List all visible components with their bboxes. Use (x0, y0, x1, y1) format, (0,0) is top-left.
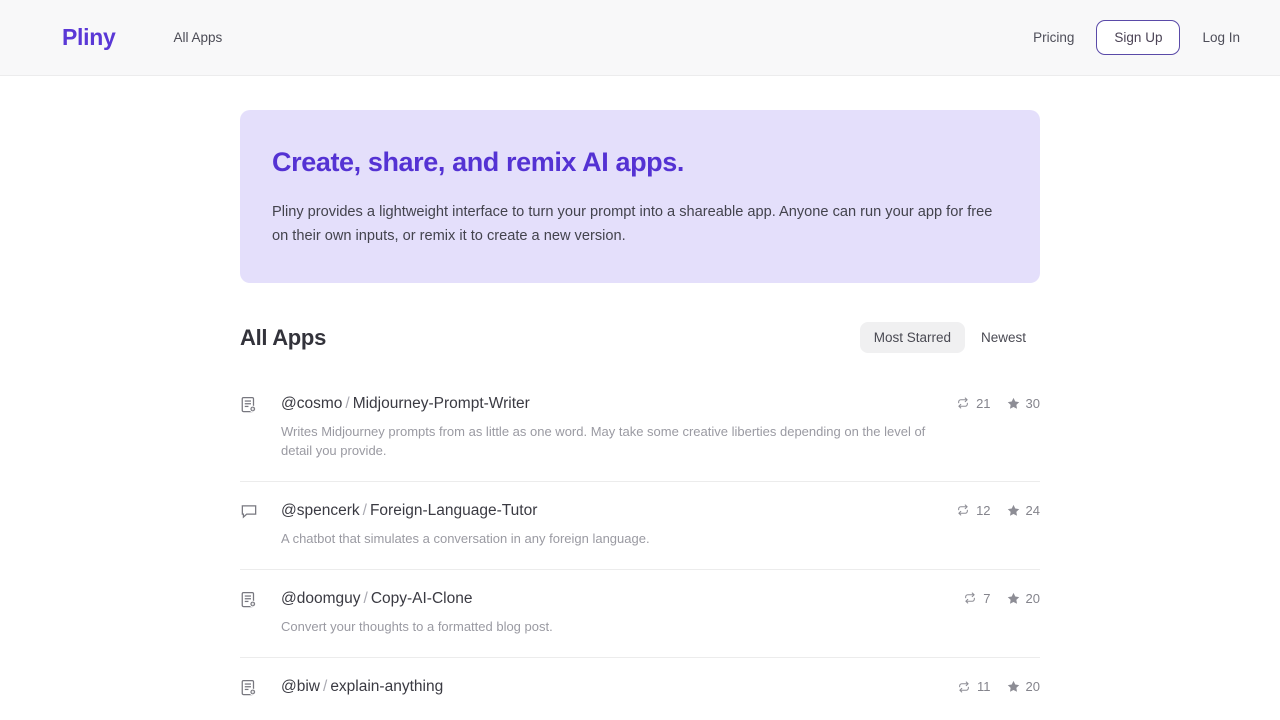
sign-up-button[interactable]: Sign Up (1096, 20, 1180, 56)
hero-description: Pliny provides a lightweight interface t… (272, 200, 1008, 248)
app-stats: 11 20 (957, 677, 1040, 694)
app-title: @doomguy/Copy-AI-Clone (281, 589, 941, 608)
page-content: Create, share, and remix AI apps. Pliny … (240, 76, 1040, 717)
list-item[interactable]: @biw/explain-anything 11 (240, 658, 1040, 717)
remix-count-value: 21 (976, 396, 990, 411)
app-stats: 7 20 (963, 589, 1040, 606)
star-count: 30 (1007, 396, 1040, 411)
app-info: @biw/explain-anything (281, 677, 935, 696)
app-name[interactable]: Copy-AI-Clone (371, 590, 473, 607)
star-count: 20 (1007, 679, 1040, 694)
app-title: @biw/explain-anything (281, 677, 935, 696)
remix-count: 7 (963, 591, 990, 606)
star-count-value: 20 (1026, 591, 1040, 606)
list-item[interactable]: @cosmo/Midjourney-Prompt-Writer Writes M… (240, 375, 1040, 482)
document-form-icon (240, 396, 258, 414)
app-name[interactable]: Midjourney-Prompt-Writer (353, 395, 530, 412)
app-stats: 12 24 (956, 501, 1040, 518)
sort-newest[interactable]: Newest (967, 322, 1040, 354)
nav-log-in[interactable]: Log In (1202, 30, 1240, 45)
document-form-icon (240, 591, 258, 609)
nav-all-apps[interactable]: All Apps (173, 30, 222, 45)
app-owner[interactable]: @doomguy (281, 590, 361, 607)
remix-count: 12 (956, 503, 990, 518)
star-count-value: 30 (1026, 396, 1040, 411)
list-item[interactable]: @spencerk/Foreign-Language-Tutor A chatb… (240, 482, 1040, 570)
document-form-icon (240, 679, 258, 697)
app-title: @cosmo/Midjourney-Prompt-Writer (281, 394, 934, 413)
page-title: All Apps (240, 325, 326, 351)
app-info: @doomguy/Copy-AI-Clone Convert your thou… (281, 589, 941, 637)
account-nav: Pricing Sign Up Log In (1033, 20, 1240, 56)
sort-toggle-group: Most Starred Newest (860, 322, 1040, 354)
app-owner[interactable]: @spencerk (281, 502, 360, 519)
remix-count-value: 7 (983, 591, 990, 606)
app-description: Writes Midjourney prompts from as little… (281, 423, 934, 461)
remix-count: 11 (957, 679, 991, 694)
app-owner[interactable]: @biw (281, 678, 320, 695)
star-count: 20 (1007, 591, 1040, 606)
app-description: Convert your thoughts to a formatted blo… (281, 618, 941, 637)
section-bar: All Apps Most Starred Newest (240, 321, 1040, 355)
app-info: @cosmo/Midjourney-Prompt-Writer Writes M… (281, 394, 934, 461)
app-name[interactable]: Foreign-Language-Tutor (370, 502, 537, 519)
remix-count-value: 11 (977, 679, 991, 694)
brand-logo[interactable]: Pliny (62, 26, 115, 49)
hero-title: Create, share, and remix AI apps. (272, 146, 1008, 178)
chat-bubble-icon (240, 503, 258, 521)
star-count-value: 20 (1026, 679, 1040, 694)
sort-most-starred[interactable]: Most Starred (860, 322, 965, 354)
app-title-separator: / (323, 678, 327, 695)
app-list: @cosmo/Midjourney-Prompt-Writer Writes M… (240, 375, 1040, 718)
app-stats: 21 30 (956, 394, 1040, 411)
nav-pricing[interactable]: Pricing (1033, 30, 1074, 45)
app-title: @spencerk/Foreign-Language-Tutor (281, 501, 934, 520)
primary-nav: All Apps (173, 30, 222, 45)
star-count-value: 24 (1026, 503, 1040, 518)
app-info: @spencerk/Foreign-Language-Tutor A chatb… (281, 501, 934, 549)
star-count: 24 (1007, 503, 1040, 518)
list-item[interactable]: @doomguy/Copy-AI-Clone Convert your thou… (240, 570, 1040, 658)
remix-count: 21 (956, 396, 990, 411)
app-title-separator: / (364, 590, 368, 607)
app-title-separator: / (345, 395, 349, 412)
app-owner[interactable]: @cosmo (281, 395, 342, 412)
hero-banner: Create, share, and remix AI apps. Pliny … (240, 110, 1040, 283)
remix-count-value: 12 (976, 503, 990, 518)
app-name[interactable]: explain-anything (330, 678, 443, 695)
app-description: A chatbot that simulates a conversation … (281, 530, 934, 549)
app-title-separator: / (363, 502, 367, 519)
site-header: Pliny All Apps Pricing Sign Up Log In (0, 0, 1280, 76)
